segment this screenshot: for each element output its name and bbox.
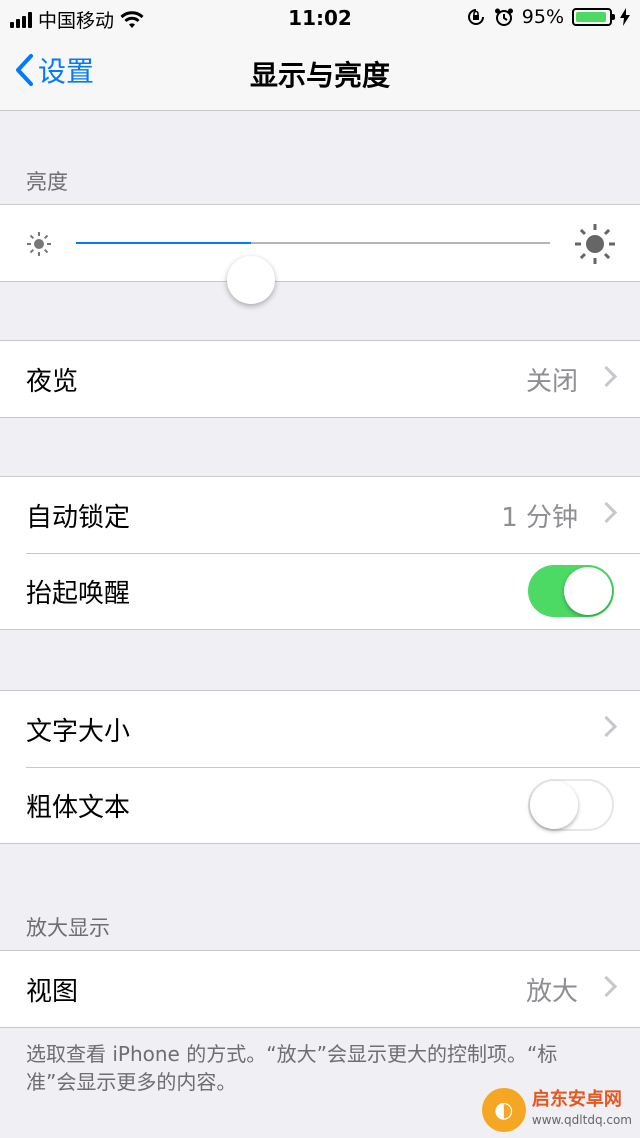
night-shift-row[interactable]: 夜览 关闭 <box>0 341 640 417</box>
status-right: 95% <box>466 6 630 28</box>
watermark: ◐ 启东安卓网 www.qdltdq.com <box>481 1088 632 1132</box>
chevron-right-icon <box>595 715 618 738</box>
watermark-url: www.qdltdq.com <box>531 1113 632 1127</box>
brightness-group <box>0 204 640 304</box>
watermark-logo-icon: ◐ <box>481 1088 526 1132</box>
sun-large-icon <box>575 224 615 264</box>
text-size-row[interactable]: 文字大小 <box>0 691 640 767</box>
night-shift-value: 关闭 <box>525 366 578 397</box>
chevron-right-icon <box>595 501 618 524</box>
zoom-header: 放大显示 <box>26 916 110 940</box>
zoom-group: 视图 放大 <box>0 950 640 1028</box>
raise-to-wake-toggle[interactable] <box>528 565 614 617</box>
zoom-view-label: 视图 <box>26 976 79 1007</box>
brightness-slider-thumb[interactable] <box>227 256 276 304</box>
chevron-right-icon <box>595 365 618 388</box>
brightness-header: 亮度 <box>26 170 68 194</box>
brightness-slider[interactable] <box>76 242 550 304</box>
auto-lock-value: 1 分钟 <box>501 502 578 533</box>
page-title: 显示与亮度 <box>249 59 390 92</box>
night-shift-group: 夜览 关闭 <box>0 340 640 418</box>
auto-lock-row[interactable]: 自动锁定 1 分钟 <box>0 477 640 553</box>
text-group: 文字大小 粗体文本 <box>0 690 640 844</box>
orientation-lock-icon <box>467 9 484 25</box>
raise-to-wake-row: 抬起唤醒 <box>0 553 640 629</box>
battery-percent: 95% <box>521 6 564 28</box>
navigation-bar: 设置 显示与亮度 <box>0 38 640 111</box>
bold-text-row: 粗体文本 <box>0 767 640 843</box>
toggle-knob <box>564 567 612 615</box>
zoom-view-row[interactable]: 视图 放大 <box>0 951 640 1027</box>
watermark-name: 启东安卓网 <box>531 1089 622 1110</box>
alarm-icon <box>494 8 513 26</box>
chevron-right-icon <box>595 975 618 998</box>
night-shift-label: 夜览 <box>26 366 79 397</box>
toggle-knob <box>530 781 578 829</box>
lock-group: 自动锁定 1 分钟 抬起唤醒 <box>0 476 640 630</box>
raise-to-wake-label: 抬起唤醒 <box>26 578 131 609</box>
status-bar: 中国移动 11:02 95% <box>0 0 640 38</box>
zoom-view-value: 放大 <box>525 976 578 1007</box>
charging-bolt-icon <box>620 8 630 26</box>
text-size-label: 文字大小 <box>26 716 131 747</box>
auto-lock-label: 自动锁定 <box>26 502 131 533</box>
brightness-slider-row <box>0 205 640 304</box>
battery-icon <box>572 8 615 26</box>
sun-small-icon <box>27 232 51 256</box>
bold-text-toggle[interactable] <box>528 779 614 831</box>
bold-text-label: 粗体文本 <box>26 792 131 823</box>
